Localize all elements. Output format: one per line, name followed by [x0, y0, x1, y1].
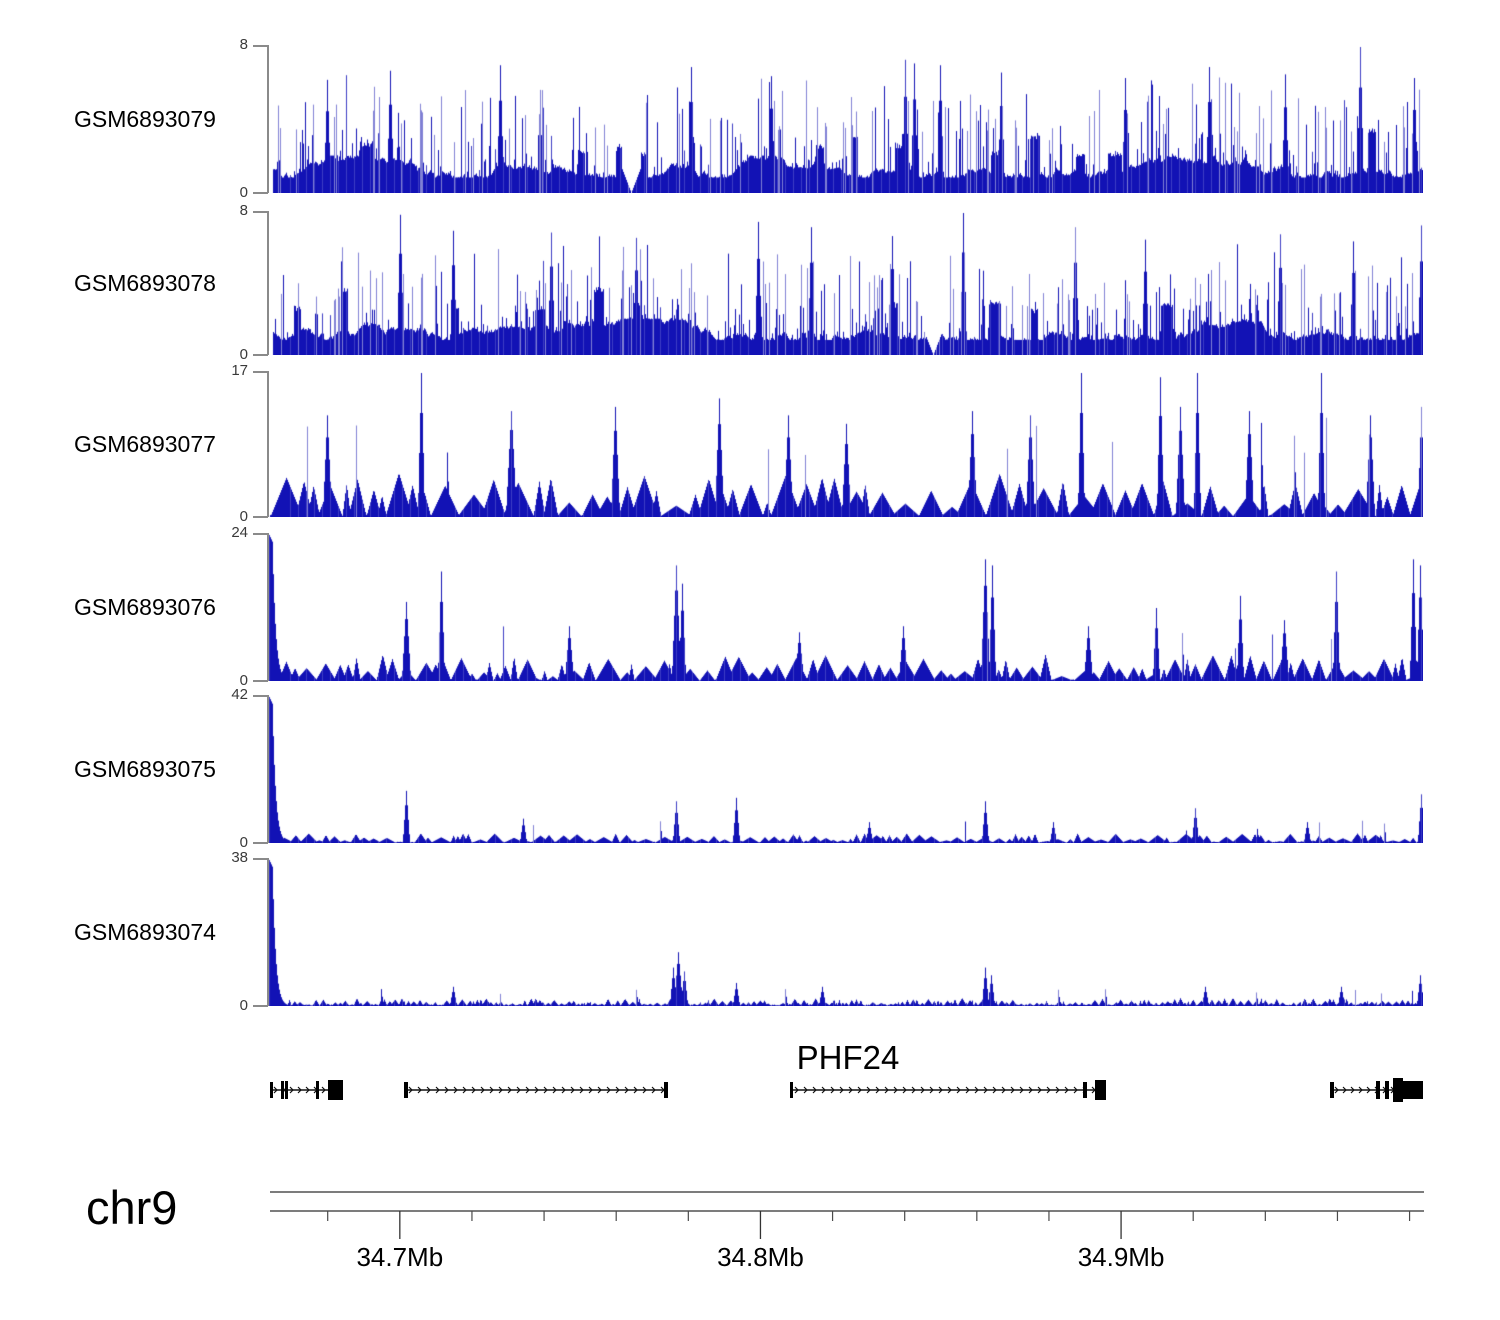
y-axis-top-tick — [253, 858, 268, 860]
axis-tick-label: 34.8Mb — [717, 1242, 804, 1272]
y-axis-bottom-tick — [253, 680, 268, 682]
y-axis-max-label: 8 — [239, 202, 248, 219]
exon-box — [664, 1082, 668, 1098]
coverage-canvas-GSM6893077 — [269, 371, 1423, 517]
y-axis-bottom-tick — [253, 1005, 268, 1007]
exon-box — [285, 1081, 288, 1099]
coverage-canvas-GSM6893079 — [269, 45, 1423, 193]
y-axis-zero-label: 0 — [239, 184, 248, 201]
track-label: GSM6893077 — [74, 431, 216, 457]
exon-box — [1385, 1081, 1389, 1099]
exon-box — [1095, 1080, 1106, 1100]
coverage-canvas-GSM6893075 — [269, 695, 1423, 843]
y-axis-max-label: 38 — [231, 849, 248, 866]
y-axis-bottom-tick — [253, 354, 268, 356]
exon-box — [328, 1080, 343, 1100]
exon-box — [1376, 1081, 1380, 1099]
y-axis-max-label: 8 — [239, 36, 248, 53]
y-axis-top-tick — [253, 371, 268, 373]
coverage-canvas-GSM6893076 — [269, 533, 1423, 681]
chromosome-label: chr9 — [86, 1181, 178, 1234]
y-axis-bottom-tick — [253, 842, 268, 844]
track-label: GSM6893079 — [74, 106, 216, 132]
y-axis-max-label: 42 — [231, 686, 248, 703]
y-axis-top-tick — [253, 211, 268, 213]
axis-tick-label: 34.9Mb — [1077, 1242, 1165, 1272]
track-label: GSM6893075 — [74, 756, 216, 782]
exon-box — [1393, 1078, 1403, 1102]
y-axis-max-label: 17 — [231, 362, 248, 379]
track-label: GSM6893078 — [74, 270, 216, 296]
y-axis-max-label: 24 — [231, 524, 248, 541]
y-axis-top-tick — [253, 45, 268, 47]
exon-box — [404, 1082, 408, 1098]
exon-box — [1083, 1082, 1087, 1098]
y-axis-bottom-tick — [253, 192, 268, 194]
coverage-canvas-GSM6893074 — [269, 858, 1423, 1006]
track-label: GSM6893074 — [74, 919, 216, 945]
coverage-canvas-GSM6893078 — [269, 211, 1423, 355]
y-axis-bottom-tick — [253, 516, 268, 518]
axis-tick-label: 34.7Mb — [356, 1242, 444, 1272]
exon-box — [1402, 1081, 1423, 1099]
exon-box — [316, 1081, 319, 1099]
y-axis-top-tick — [253, 533, 268, 535]
track-label: GSM6893076 — [74, 594, 216, 620]
y-axis-top-tick — [253, 695, 268, 697]
genome-browser-figure: GSM6893079 8 0 GSM6893078 8 0 GSM6893077 17 0 GSM… — [0, 0, 1500, 1320]
exon-box — [270, 1082, 273, 1098]
exon-box — [281, 1081, 284, 1099]
exon-box — [790, 1082, 793, 1098]
exon-box — [1330, 1082, 1334, 1098]
y-axis-zero-label: 0 — [239, 997, 248, 1014]
gene-label: PHF24 — [796, 1039, 900, 1076]
